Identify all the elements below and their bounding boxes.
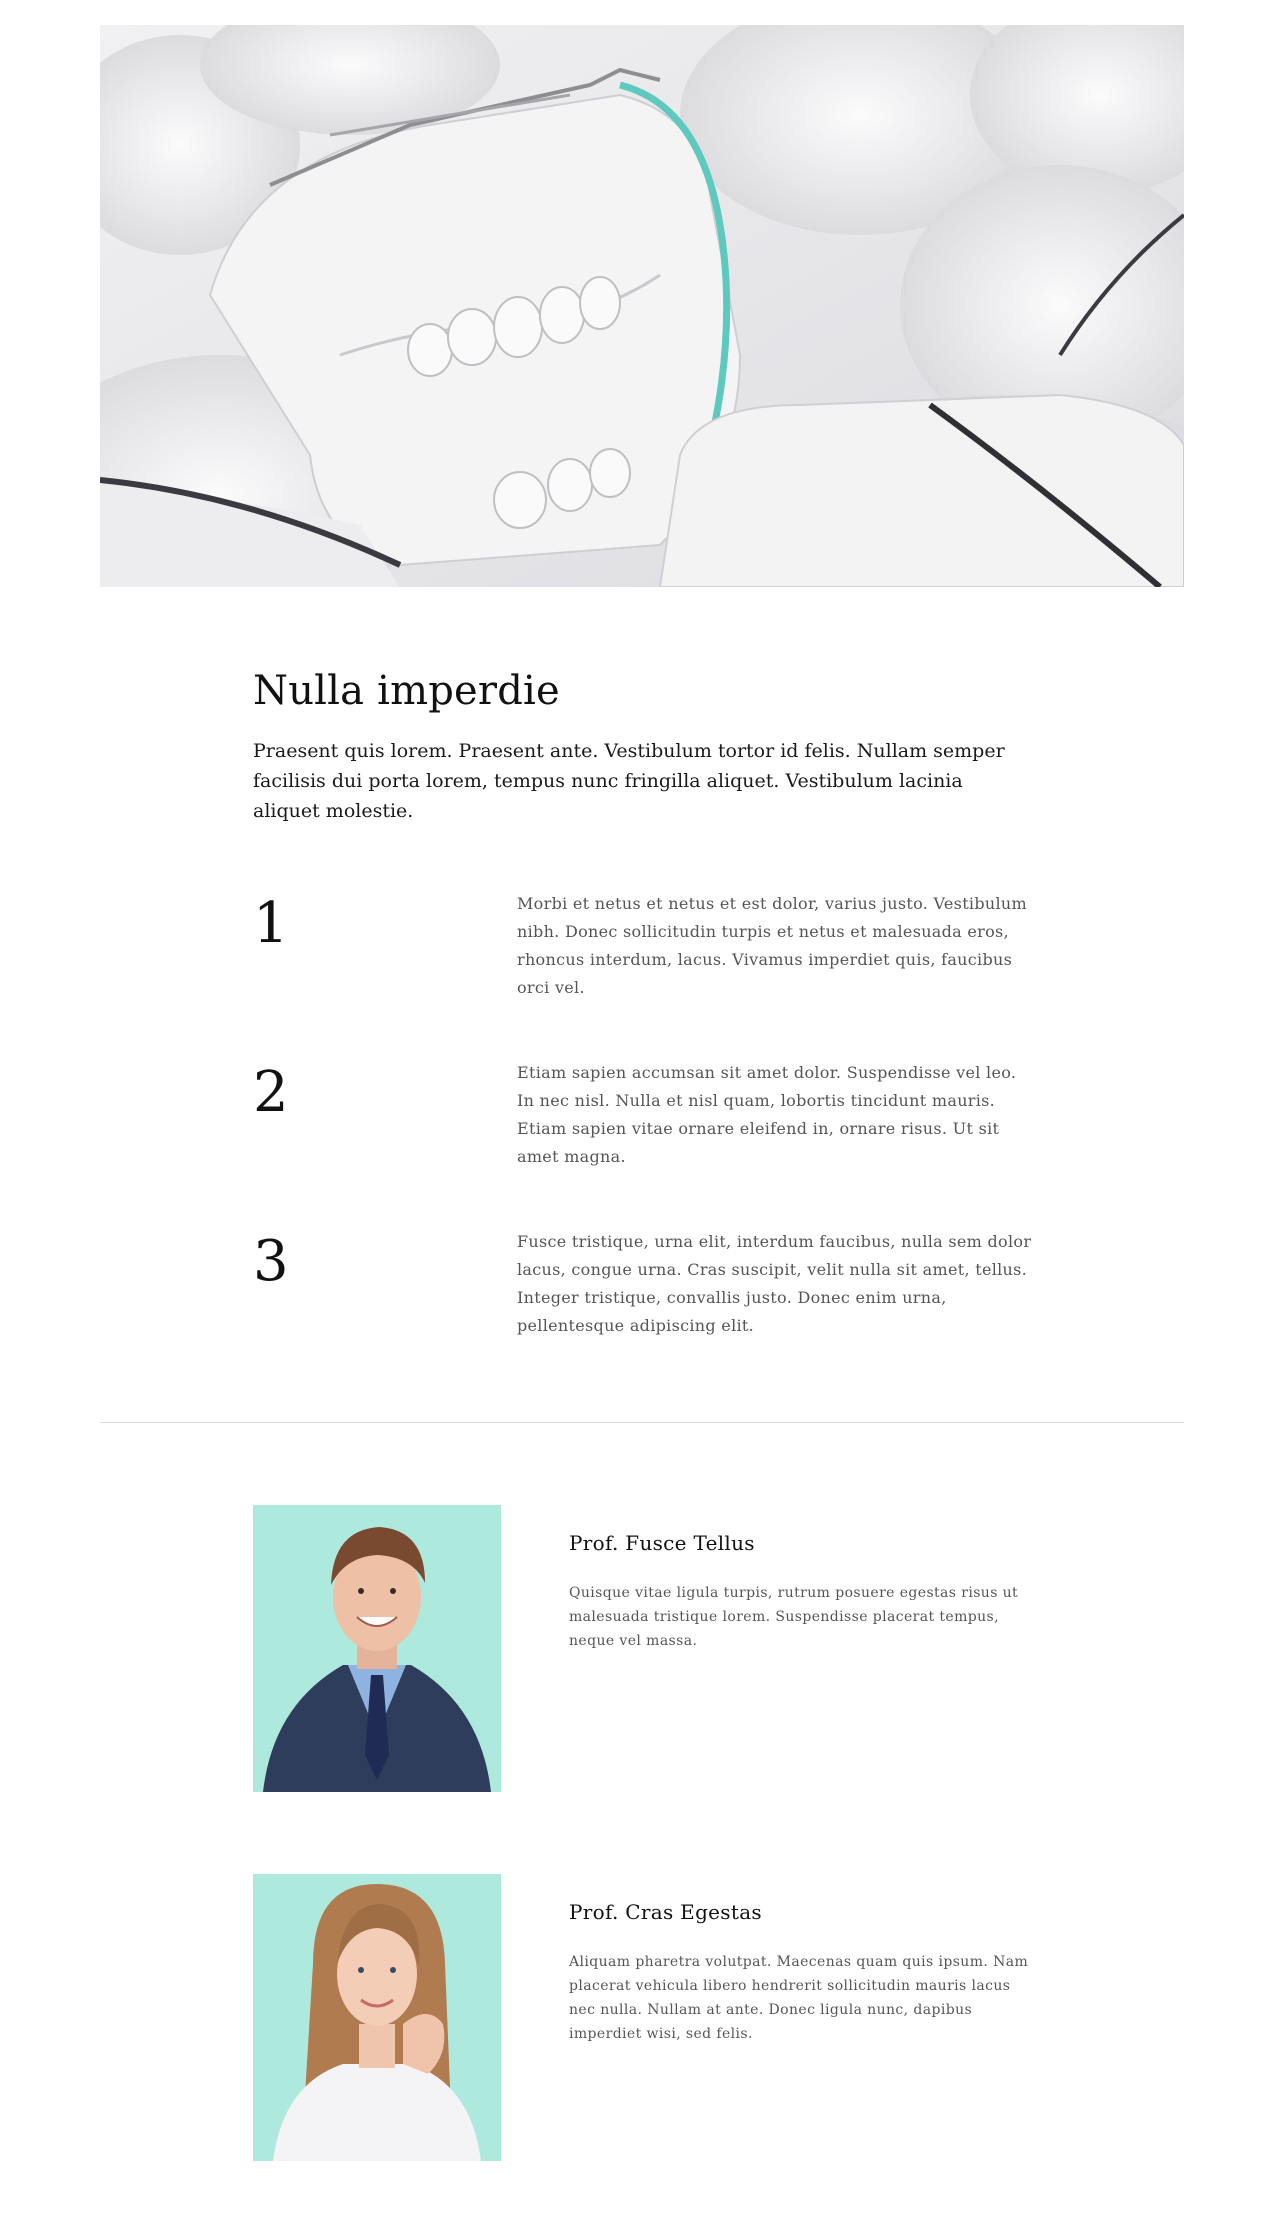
hero-image	[100, 25, 1184, 587]
section-divider	[100, 1422, 1184, 1423]
portrait-woman-image	[253, 1874, 501, 2161]
team-member-card: Prof. Cras Egestas Aliquam pharetra volu…	[253, 1874, 1033, 2161]
numbered-list: 1 Morbi et netus et netus et est dolor, …	[253, 890, 1031, 1397]
list-item: 1 Morbi et netus et netus et est dolor, …	[253, 890, 1027, 1059]
portrait-man-image	[253, 1505, 501, 1792]
team-member-photo	[253, 1874, 501, 2161]
step-number: 1	[253, 891, 289, 956]
list-item: 3 Fusce tristique, urna elit, interdum f…	[253, 1228, 1031, 1397]
dental-casts-illustration	[100, 25, 1184, 587]
step-number: 2	[253, 1060, 289, 1125]
intro-section: Nulla imperdie Praesent quis lorem. Prae…	[253, 666, 1023, 826]
team-member-photo	[253, 1505, 501, 1792]
team-member-name: Prof. Cras Egestas	[569, 1900, 762, 1924]
team-member-name: Prof. Fusce Tellus	[569, 1531, 755, 1555]
team-member-bio: Quisque vitae ligula turpis, rutrum posu…	[569, 1585, 1019, 1649]
section-title: Nulla imperdie	[253, 668, 560, 714]
step-text: Etiam sapien accumsan sit amet dolor. Su…	[517, 1063, 1017, 1166]
step-text: Morbi et netus et netus et est dolor, va…	[517, 894, 1027, 997]
list-item: 2 Etiam sapien accumsan sit amet dolor. …	[253, 1059, 1023, 1228]
section-lead: Praesent quis lorem. Praesent ante. Vest…	[253, 740, 1005, 822]
team-member-card: Prof. Fusce Tellus Quisque vitae ligula …	[253, 1505, 1033, 1792]
step-number: 3	[253, 1229, 289, 1294]
step-text: Fusce tristique, urna elit, interdum fau…	[517, 1232, 1032, 1335]
team-member-bio: Aliquam pharetra volutpat. Maecenas quam…	[569, 1954, 1029, 2042]
